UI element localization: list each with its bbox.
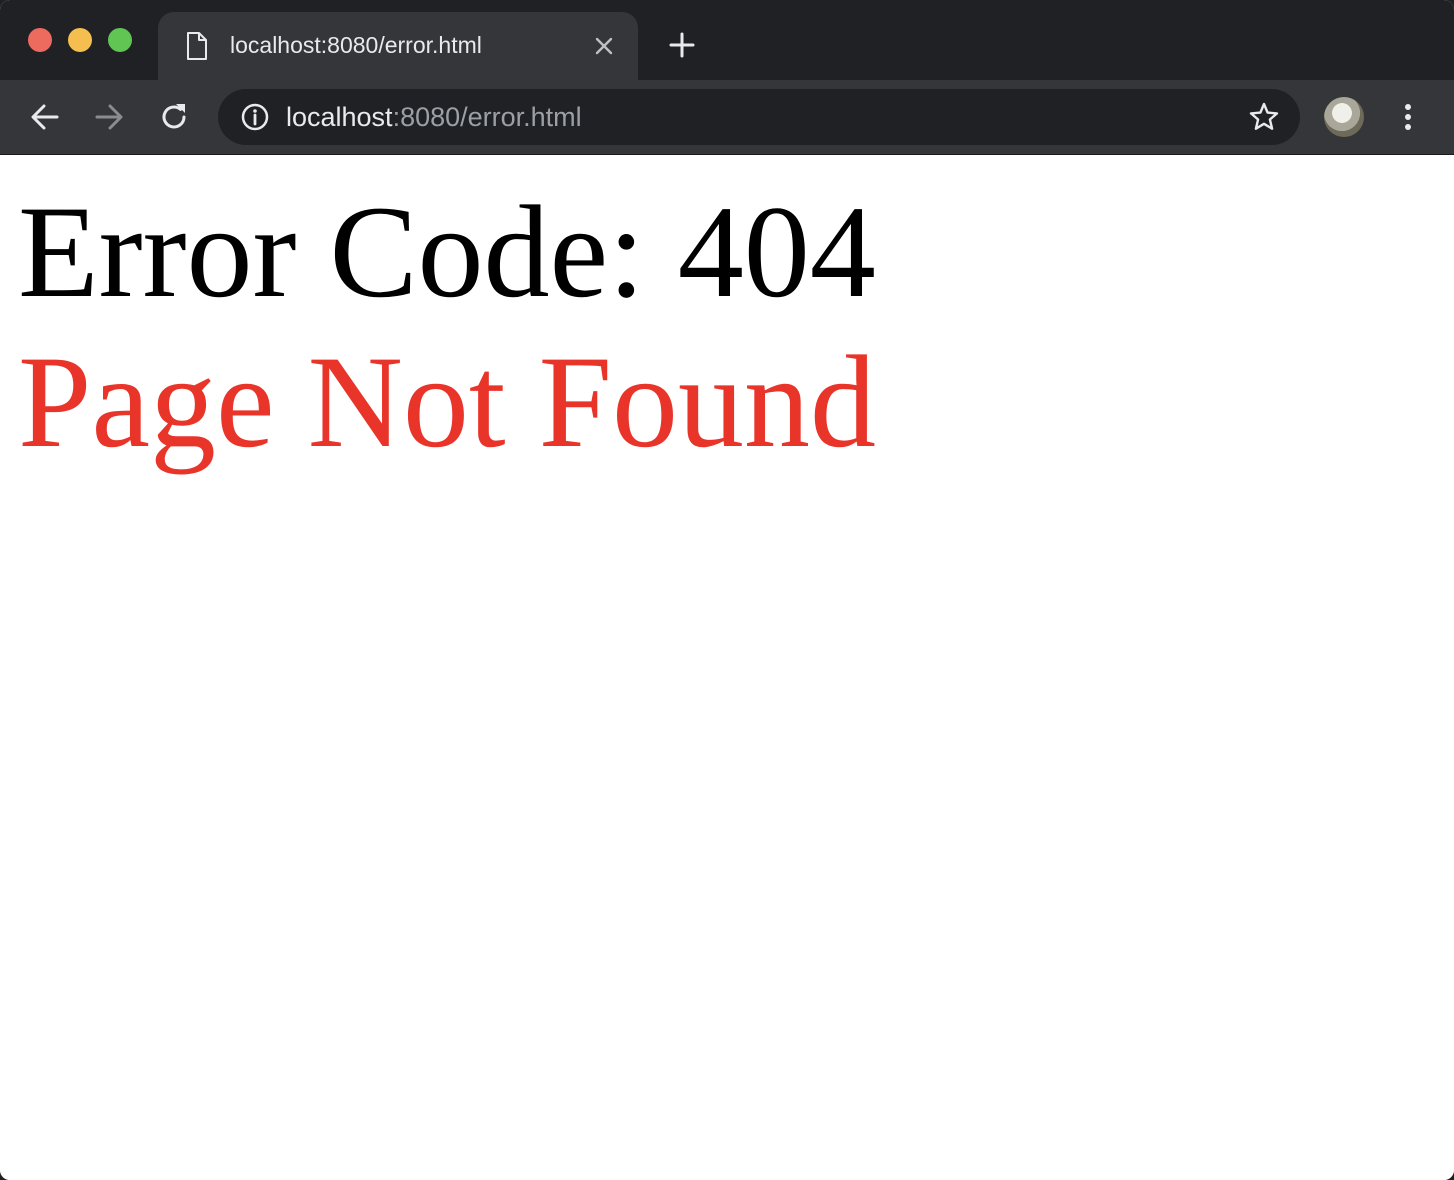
tab-strip: localhost:8080/error.html	[0, 0, 1454, 80]
bookmark-star-icon[interactable]	[1248, 101, 1280, 133]
new-tab-plus-icon[interactable]	[667, 30, 697, 60]
close-tab-icon[interactable]	[592, 34, 616, 58]
browser-toolbar: localhost:8080/error.html	[0, 80, 1454, 155]
minimize-window-button[interactable]	[68, 28, 92, 52]
profile-avatar[interactable]	[1324, 97, 1364, 137]
browser-window: localhost:8080/error.html localhost:8080…	[0, 0, 1454, 1180]
page-content: Error Code: 404 Page Not Found	[0, 155, 1454, 1180]
tab-title: localhost:8080/error.html	[230, 32, 482, 58]
error-code-heading: Error Code: 404	[18, 178, 876, 325]
info-icon[interactable]	[240, 102, 270, 132]
document-icon	[186, 32, 208, 60]
more-menu-icon[interactable]	[1394, 98, 1422, 136]
back-arrow-icon[interactable]	[28, 100, 62, 134]
url-text: localhost:8080/error.html	[286, 102, 582, 133]
forward-arrow-icon[interactable]	[92, 100, 126, 134]
maximize-window-button[interactable]	[108, 28, 132, 52]
close-window-button[interactable]	[28, 28, 52, 52]
url-host: localhost	[286, 102, 393, 132]
address-bar[interactable]: localhost:8080/error.html	[218, 89, 1300, 145]
tab-error-page[interactable]: localhost:8080/error.html	[158, 12, 638, 80]
page-not-found-heading: Page Not Found	[18, 328, 876, 475]
url-path: :8080/error.html	[392, 102, 582, 132]
reload-icon[interactable]	[157, 100, 191, 134]
